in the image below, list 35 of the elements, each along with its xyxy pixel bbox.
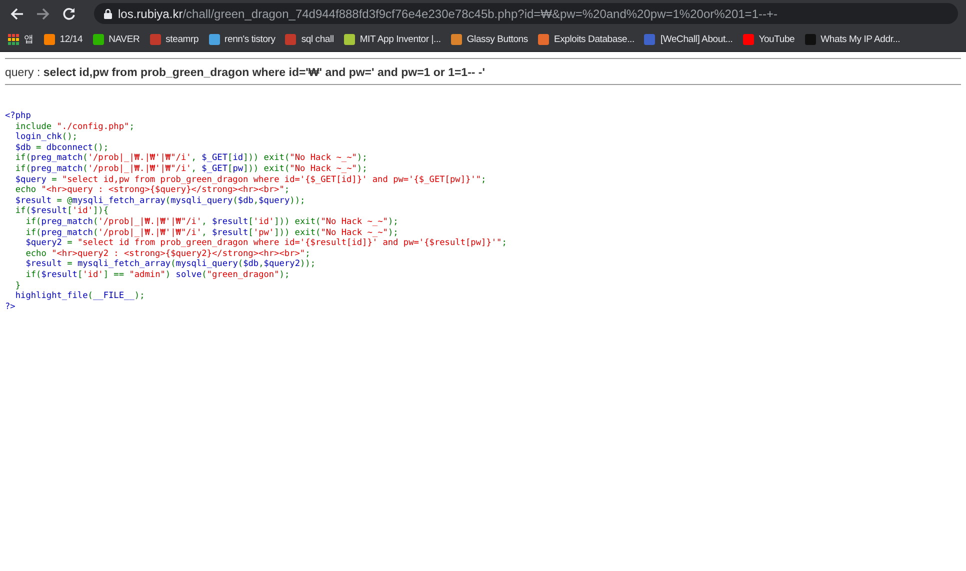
bookmark-item[interactable]: sql chall [285,34,334,44]
source-code-line: include "./config.php"; [14,122,136,132]
source-code-line: $result = mysqli_fetch_array(mysqli_query($db,$query2)); [24,259,317,270]
source-code-line: if(preg_match('/prob|_|₩.|₩'|₩"/i', $_GET[pw])) exit("No Hack ~_~"); [14,164,368,175]
bookmark-item[interactable]: Glassy Buttons [450,34,528,44]
source-code-line: echo "<hr>query2 : <strong>{$query2}</strong><hr><br>"; [24,248,312,259]
bookmark-item[interactable]: renn's tistory [208,34,276,44]
source-code-line: if(preg_match('/prob|_|₩.|₩'|₩"/i', $_GET[id])) exit("No Hack ~_~"); [14,153,368,164]
source-code-line: $query = "select id,pw from prob_green_dragon where id='{$_GET[id]}' and pw='{$_GET[pw]}'"; [14,174,488,186]
source-code-line: $result = @mysqli_fetch_array(mysqli_query($db,$query)); [14,196,306,206]
bookmark-item[interactable]: Exploits Database... [538,34,634,44]
bookmark-item[interactable]: NAVER [92,34,140,44]
bookmark-item[interactable]: 12/14 [44,34,83,44]
source-code-line: if(preg_match('/prob|_|₩.|₩'|₩"/i', $result['pw'])) exit("No Hack ~_~"); [24,228,400,238]
query-text: query : select id,pw from prob_green_dragon where id='₩' and pw=' and pw=1 or 1=1-- -' [5,59,961,85]
bookmark-item[interactable]: Whats My IP Addr... [804,34,900,44]
apps-grid-icon [8,34,19,44]
source-code-line: $query2 = "select id from prob_green_dragon where id='{$result[id]}' and pw='{$result[pw]}'"; [24,238,508,249]
source-code-line: if($result['id']){ [14,206,110,217]
bookmark-item[interactable]: MIT App Inventor |... [344,34,441,44]
source-code-line: <?php [5,111,32,122]
lock-icon [104,8,112,18]
source-code-line: $db = dbconnect(); [14,142,110,153]
source-code-line: if(preg_match('/prob|_|₩.|₩'|₩"/i', $result['id'])) exit("No Hack ~_~"); [24,216,400,228]
source-code-line: ?> [5,302,16,312]
address-bar[interactable]: los.rubiya.kr/chall/green_dragon_74d944f888fd3f9cf76e4e230e78c45b.php?id=₩&pw=%20and%20pw=1%20or%201=1--+- [94,3,958,24]
bookmark-item[interactable]: YouTube [742,34,795,44]
apps-shortcut[interactable]: 앱 [8,32,34,46]
bookmark-item[interactable]: steamrp [150,34,199,44]
source-code-line: } [14,280,22,291]
bookmark-item[interactable]: [WeChall] About... [644,34,733,44]
source-code-line: highlight_file(__FILE__); [15,291,146,302]
source-code-line: if($result['id'] == "admin") solve("green_dragon"); [24,270,291,280]
source-code-line: echo "<hr>query : <strong>{$query}</strong><hr><br>"; [14,185,291,196]
source-code-line: login_chk(); [14,132,78,143]
